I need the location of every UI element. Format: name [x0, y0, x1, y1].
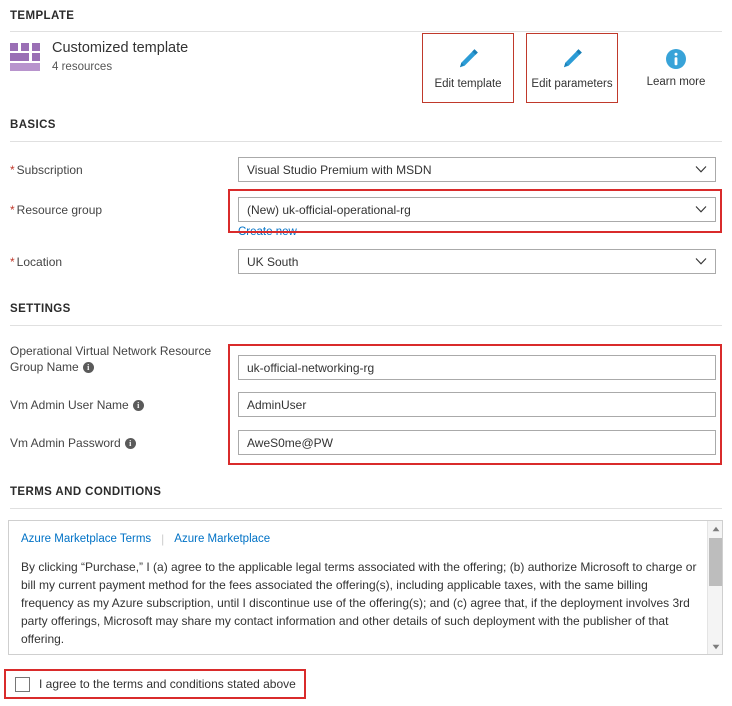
create-new-link[interactable]: Create new [238, 226, 297, 238]
terms-panel: Azure Marketplace Terms | Azure Marketpl… [8, 520, 723, 655]
resource-group-dropdown[interactable]: (New) uk-official-operational-rg [238, 197, 716, 222]
terms-divider [10, 508, 722, 509]
operational-vnet-rg-input[interactable]: uk-official-networking-rg [238, 355, 716, 380]
arm-template-deployment-form: TEMPLATE Customized template 4 resources… [0, 0, 732, 706]
template-grid-icon [10, 43, 40, 71]
subscription-value: Visual Studio Premium with MSDN [247, 162, 432, 177]
terms-links: Azure Marketplace Terms | Azure Marketpl… [9, 521, 722, 546]
info-icon[interactable]: i [132, 400, 144, 411]
resource-group-label: * Resource group [10, 203, 103, 217]
terms-section-heading-wrap: TERMS AND CONDITIONS [10, 486, 161, 498]
location-label: * Location [10, 255, 63, 269]
scroll-down-arrow[interactable] [708, 639, 722, 654]
agree-checkbox-label[interactable]: I agree to the terms and conditions stat… [39, 677, 296, 691]
operational-vnet-rg-control: uk-official-networking-rg [238, 355, 716, 380]
template-name: Customized template [52, 40, 189, 56]
edit-template-label: Edit template [434, 78, 502, 90]
edit-template-button[interactable]: Edit template [422, 33, 514, 103]
scrollbar-thumb[interactable] [709, 538, 722, 586]
template-section: TEMPLATE [10, 10, 722, 22]
terms-body-text: By clicking “Purchase,” I (a) agree to t… [21, 560, 697, 646]
template-summary-row: Customized template 4 resources Edit tem… [10, 33, 722, 103]
required-asterisk: * [10, 163, 15, 177]
azure-marketplace-terms-link[interactable]: Azure Marketplace Terms [21, 533, 151, 545]
vm-admin-username-label: Vm Admin User Name i [10, 392, 238, 413]
subscription-control: Visual Studio Premium with MSDN [238, 157, 716, 182]
subscription-dropdown[interactable]: Visual Studio Premium with MSDN [238, 157, 716, 182]
agree-checkbox[interactable] [15, 676, 30, 692]
location-dropdown[interactable]: UK South [238, 249, 716, 274]
settings-section-heading-wrap: SETTINGS [10, 303, 71, 315]
location-control: UK South [238, 249, 716, 274]
caret-up-icon [712, 526, 719, 531]
location-value: UK South [247, 254, 299, 269]
vm-admin-username-input[interactable]: AdminUser [238, 392, 716, 417]
required-asterisk: * [10, 255, 15, 269]
learn-more-label: Learn more [646, 76, 706, 88]
resource-group-row: * Resource group (New) uk-official-operat… [10, 197, 716, 240]
learn-more-button[interactable]: Learn more [630, 33, 722, 103]
basics-section-heading: BASICS [10, 119, 56, 131]
settings-section-heading: SETTINGS [10, 303, 71, 315]
vm-admin-password-input[interactable]: AweS0me@PW [238, 430, 716, 455]
subscription-row: * Subscription Visual Studio Premium with… [10, 157, 716, 182]
template-divider [10, 31, 722, 32]
template-actions: Edit template Edit parameters Learn more [422, 33, 722, 103]
info-icon[interactable]: i [124, 438, 136, 449]
vm-admin-password-control: AweS0me@PW [238, 430, 716, 455]
operational-vnet-rg-value: uk-official-networking-rg [247, 360, 375, 375]
template-summary: Customized template 4 resources [10, 33, 188, 73]
pencil-icon [564, 49, 582, 68]
basics-divider [10, 141, 722, 142]
vm-admin-username-value: AdminUser [247, 397, 307, 412]
vm-admin-password-row: Vm Admin Password i AweS0me@PW [10, 430, 716, 455]
vm-admin-username-row: Vm Admin User Name i AdminUser [10, 392, 716, 417]
edit-parameters-button[interactable]: Edit parameters [526, 33, 618, 103]
caret-down-icon [712, 644, 719, 649]
vm-admin-username-control: AdminUser [238, 392, 716, 417]
required-asterisk: * [10, 203, 15, 217]
resource-group-value: (New) uk-official-operational-rg [247, 202, 411, 217]
location-row: * Location UK South [10, 249, 716, 274]
template-resource-count: 4 resources [52, 60, 113, 73]
template-section-heading: TEMPLATE [10, 10, 75, 22]
azure-marketplace-link[interactable]: Azure Marketplace [174, 533, 270, 545]
info-circle-icon [666, 49, 686, 69]
info-icon[interactable]: i [82, 362, 94, 373]
edit-parameters-label: Edit parameters [531, 78, 613, 90]
terms-link-separator: | [161, 532, 165, 546]
pencil-icon [460, 49, 478, 68]
terms-scrollbar[interactable] [707, 521, 722, 654]
settings-divider [10, 325, 722, 326]
terms-section-heading: TERMS AND CONDITIONS [10, 486, 162, 498]
agreement-highlight: I agree to the terms and conditions stat… [4, 669, 306, 699]
basics-section-heading-wrap: BASICS [10, 119, 56, 131]
vm-admin-password-label: Vm Admin Password i [10, 430, 238, 451]
operational-vnet-rg-row: Operational Virtual Network Resource Gro… [10, 341, 716, 380]
resource-group-control: (New) uk-official-operational-rg Create … [238, 197, 716, 240]
scroll-up-arrow[interactable] [708, 521, 722, 536]
subscription-label: * Subscription [10, 163, 83, 177]
vm-admin-password-value: AweS0me@PW [247, 435, 333, 450]
operational-vnet-rg-label: Operational Virtual Network Resource Gro… [10, 344, 212, 374]
